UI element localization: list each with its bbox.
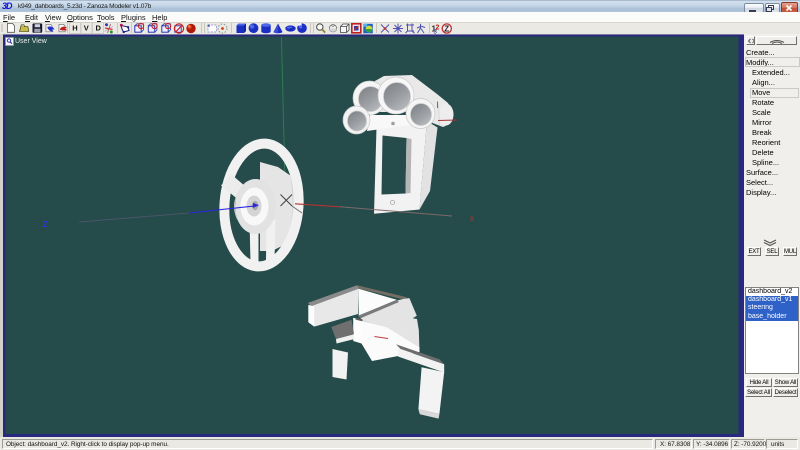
svg-text:Z: Z — [43, 219, 48, 229]
svg-text:V: V — [84, 24, 89, 33]
svg-text:D: D — [96, 24, 102, 33]
svg-text:x: x — [470, 214, 474, 223]
svg-text:H: H — [72, 24, 77, 33]
svg-text:Z: Z — [444, 24, 449, 33]
